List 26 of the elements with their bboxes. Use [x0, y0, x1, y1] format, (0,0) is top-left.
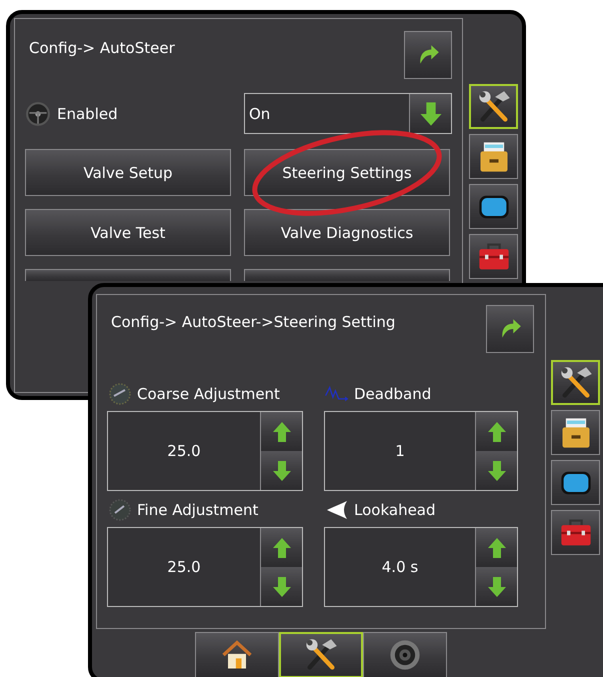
steering-wheel-icon	[25, 100, 51, 126]
side-tab[interactable]	[469, 134, 518, 179]
menu-button[interactable]: Valve Diagnostics	[244, 209, 450, 256]
setting-label: Lookahead	[354, 501, 436, 519]
back-button[interactable]	[486, 305, 534, 353]
side-tab[interactable]	[551, 360, 600, 405]
bottom-tab[interactable]	[363, 632, 447, 677]
setting-label: Fine Adjustment	[137, 501, 258, 519]
side-tab[interactable]	[551, 460, 600, 505]
dial-icon	[107, 382, 133, 406]
bottom-tab[interactable]	[279, 632, 363, 677]
menu-button[interactable]: Valve Setup	[25, 149, 231, 196]
side-tab[interactable]	[551, 410, 600, 455]
dropdown-field[interactable]: On	[244, 93, 452, 134]
side-tab[interactable]	[469, 184, 518, 229]
dial-icon	[107, 498, 133, 522]
menu-button[interactable]: Valve Test	[25, 209, 231, 256]
side-tab[interactable]	[469, 84, 518, 129]
menu-button[interactable]: Steering Settings	[244, 149, 450, 196]
screen-title: Config-> AutoSteer->Steering Setting	[110, 312, 396, 331]
enabled-label: Enabled	[57, 104, 118, 122]
setting-label: Deadband	[354, 385, 432, 403]
back-button[interactable]	[404, 31, 452, 79]
bottom-tab[interactable]	[195, 632, 279, 677]
setting-label: Coarse Adjustment	[137, 385, 280, 403]
screen-title: Config-> AutoSteer	[28, 38, 175, 57]
